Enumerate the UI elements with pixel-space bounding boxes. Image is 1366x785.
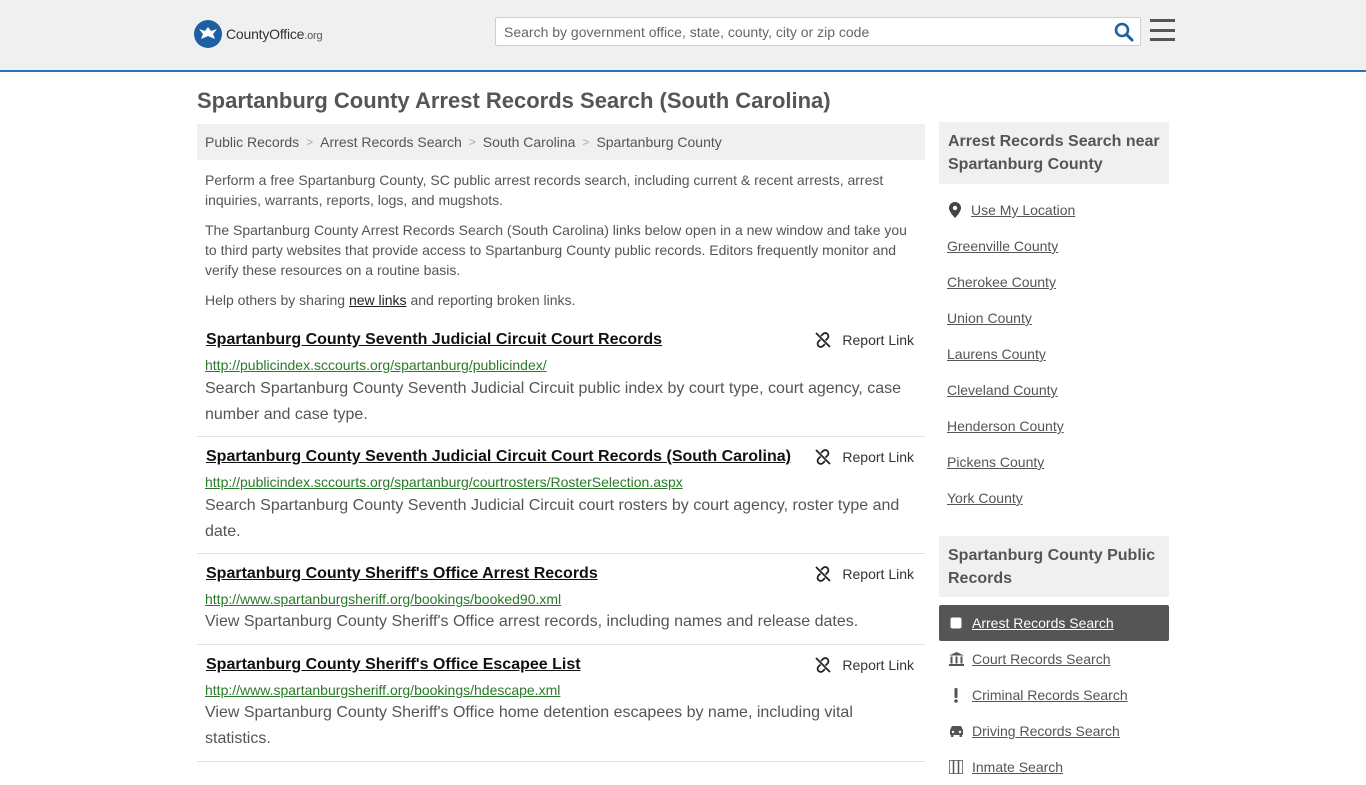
broken-link-icon: [815, 566, 832, 582]
listing-description: View Spartanburg County Sheriff's Office…: [205, 704, 853, 747]
sidebar-item-inmate-search[interactable]: Inmate Search: [939, 749, 1169, 785]
listing-item: Spartanburg County Seventh Judicial Circ…: [197, 320, 925, 437]
site-logo[interactable]: CountyOffice.org: [194, 20, 323, 48]
report-link-button[interactable]: Report Link: [815, 449, 914, 465]
report-link-label: Report Link: [842, 657, 914, 673]
location-pin-icon: [949, 202, 961, 223]
exclamation-icon: [948, 687, 964, 703]
nearby-county-link[interactable]: Henderson County: [947, 418, 1064, 434]
listing-item: Spartanburg County Sheriff's Office Esca…: [197, 645, 925, 762]
nearby-county-link[interactable]: Greenville County: [947, 238, 1058, 254]
listing-description: View Spartanburg County Sheriff's Office…: [205, 613, 859, 630]
intro-paragraph-2: The Spartanburg County Arrest Records Se…: [205, 222, 907, 278]
sidebar-item-label: Inmate Search: [972, 759, 1064, 775]
listing-title[interactable]: Spartanburg County Sheriff's Office Esca…: [206, 656, 581, 674]
sidebar-item-criminal-records[interactable]: Criminal Records Search: [939, 677, 1169, 713]
search-input[interactable]: [496, 18, 1106, 45]
listing-description: Search Spartanburg County Seventh Judici…: [205, 497, 900, 540]
inmate-icon: [948, 759, 964, 775]
search-icon[interactable]: [1114, 22, 1134, 42]
listing-title[interactable]: Spartanburg County Seventh Judicial Circ…: [206, 448, 791, 466]
breadcrumb-south-carolina[interactable]: South Carolina: [483, 134, 576, 150]
listing-url[interactable]: http://publicindex.sccourts.org/spartanb…: [205, 474, 683, 490]
page-title: Spartanburg County Arrest Records Search…: [197, 88, 831, 113]
listing-url[interactable]: http://www.spartanburgsheriff.org/bookin…: [205, 591, 561, 607]
broken-link-icon: [815, 657, 832, 673]
report-link-label: Report Link: [842, 332, 914, 348]
car-icon: [948, 723, 964, 739]
breadcrumb-arrest-records-search[interactable]: Arrest Records Search: [320, 134, 462, 150]
public-records-heading: Spartanburg County Public Records: [939, 536, 1169, 597]
broken-link-icon: [815, 332, 832, 348]
breadcrumb-spartanburg-county[interactable]: Spartanburg County: [596, 134, 721, 150]
report-link-button[interactable]: Report Link: [815, 566, 914, 582]
breadcrumb-separator: >: [582, 135, 590, 149]
sidebar-item-label: Driving Records Search: [972, 723, 1120, 739]
listing-item: Spartanburg County Sheriff's Office Arre…: [197, 554, 925, 645]
breadcrumb-public-records[interactable]: Public Records: [205, 134, 299, 150]
nearby-county-link[interactable]: York County: [947, 490, 1023, 506]
sidebar-item-label: Criminal Records Search: [972, 687, 1128, 703]
use-my-location-link[interactable]: Use My Location: [971, 202, 1075, 218]
report-link-button[interactable]: Report Link: [815, 657, 914, 673]
eagle-logo-icon: [194, 20, 222, 48]
hamburger-menu-icon[interactable]: [1150, 19, 1175, 41]
nearby-county-link[interactable]: Pickens County: [947, 454, 1044, 470]
listing-title[interactable]: Spartanburg County Seventh Judicial Circ…: [206, 331, 662, 349]
search-box: [495, 17, 1141, 46]
nearby-heading: Arrest Records Search near Spartanburg C…: [939, 122, 1169, 184]
report-link-button[interactable]: Report Link: [815, 332, 914, 348]
breadcrumb-separator: >: [306, 135, 314, 149]
report-link-label: Report Link: [842, 449, 914, 465]
new-links-link[interactable]: new links: [349, 292, 407, 308]
sidebar-item-driving-records[interactable]: Driving Records Search: [939, 713, 1169, 749]
nearby-county-link[interactable]: Laurens County: [947, 346, 1046, 362]
site-header: CountyOffice.org: [0, 0, 1366, 72]
nearby-county-link[interactable]: Cleveland County: [947, 382, 1058, 398]
nearby-county-link[interactable]: Union County: [947, 310, 1032, 326]
sidebar-item-label: Arrest Records Search: [972, 615, 1114, 631]
nearby-county-link[interactable]: Cherokee County: [947, 274, 1056, 290]
intro-paragraph-3: Help others by sharing new links and rep…: [205, 292, 576, 308]
breadcrumb-separator: >: [468, 135, 476, 149]
listing-url[interactable]: http://www.spartanburgsheriff.org/bookin…: [205, 682, 560, 698]
logo-text: CountyOffice.org: [226, 26, 323, 42]
listing-item: Spartanburg County Seventh Judicial Circ…: [197, 437, 925, 554]
listing-url[interactable]: http://publicindex.sccourts.org/spartanb…: [205, 357, 547, 373]
listing-title[interactable]: Spartanburg County Sheriff's Office Arre…: [206, 565, 598, 583]
sidebar-item-label: Court Records Search: [972, 651, 1111, 667]
intro-paragraph-1: Perform a free Spartanburg County, SC pu…: [205, 172, 884, 208]
breadcrumb: Public Records > Arrest Records Search >…: [197, 124, 925, 160]
listing-description: Search Spartanburg County Seventh Judici…: [205, 380, 902, 423]
broken-link-icon: [815, 449, 832, 465]
courthouse-icon: [948, 651, 964, 667]
sidebar-item-arrest-records[interactable]: Arrest Records Search: [939, 605, 1169, 641]
square-icon: [948, 615, 964, 631]
sidebar-item-court-records[interactable]: Court Records Search: [939, 641, 1169, 677]
report-link-label: Report Link: [842, 566, 914, 582]
